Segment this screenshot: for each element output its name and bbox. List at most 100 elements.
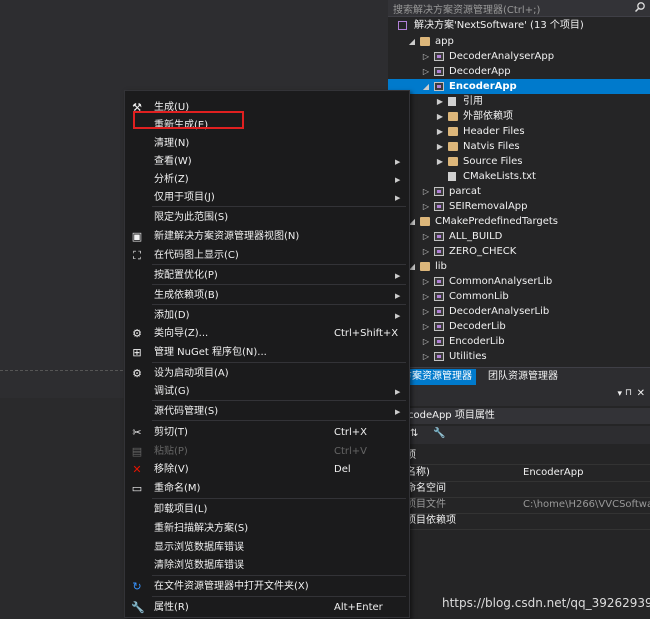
submenu-arrow-icon: ▶ <box>395 292 401 300</box>
menu-item[interactable]: 分析(Z) ▶ <box>125 171 409 189</box>
tree-item[interactable]: ▶ Header Files <box>388 124 650 139</box>
tree-item[interactable]: ◢ app <box>388 34 650 49</box>
expand-arrow-icon[interactable]: ▶ <box>436 94 444 109</box>
menu-item[interactable]: 添加(D) ▶ <box>125 307 409 325</box>
tree-item[interactable]: ◢ lib <box>388 259 650 274</box>
menu-item[interactable]: 清除浏览数据库错误 <box>125 557 409 575</box>
expand-arrow-icon[interactable]: ▷ <box>422 289 430 304</box>
menu-separator <box>152 304 406 305</box>
menu-item[interactable]: 限定为此范围(S) <box>125 209 409 227</box>
tree-item[interactable]: ▷ ALL_BUILD <box>388 229 650 244</box>
menu-item[interactable]: ▣ 新建解决方案资源管理器视图(N) <box>125 228 409 246</box>
tree-item[interactable]: ▷ DecoderApp <box>388 64 650 79</box>
expand-arrow-icon[interactable]: ▷ <box>422 304 430 319</box>
tree-item[interactable]: ▷ SEIRemovalApp <box>388 199 650 214</box>
expand-arrow-icon[interactable]: ▶ <box>436 124 444 139</box>
property-pages-icon[interactable]: 🔧 <box>433 428 445 439</box>
tree-item-label: DecoderAnalyserLib <box>449 306 550 317</box>
expand-arrow-icon[interactable]: ▷ <box>422 349 430 364</box>
menu-item[interactable]: 源代码管理(S) ▶ <box>125 403 409 421</box>
tree-item[interactable]: ▶ Natvis Files <box>388 139 650 154</box>
expand-arrow-icon[interactable]: ▷ <box>422 274 430 289</box>
properties-panel: ▾ ⊓ ✕ codeApp 项目属性 ⇅ 🔧 项 名称) EncoderApp 命… <box>388 386 650 619</box>
expand-arrow-icon[interactable]: ▷ <box>422 229 430 244</box>
tree-item[interactable]: ▷ ZERO_CHECK <box>388 244 650 259</box>
tree-item[interactable]: ▶ 外部依赖项 <box>388 109 650 124</box>
expand-arrow-icon[interactable]: ▶ <box>436 154 444 169</box>
menu-item-label: 限定为此范围(S) <box>154 212 229 223</box>
expand-arrow-icon[interactable]: ◢ <box>408 34 416 49</box>
expand-arrow-icon[interactable]: ◢ <box>422 79 430 94</box>
menu-item[interactable]: ↻ 在文件资源管理器中打开文件夹(X) <box>125 578 409 596</box>
menu-item[interactable]: 卸载项目(L) <box>125 501 409 519</box>
tree-item[interactable]: ▶ Source Files <box>388 154 650 169</box>
properties-title: codeApp 项目属性 <box>388 408 650 424</box>
tree-item[interactable]: CMakeLists.txt <box>388 169 650 184</box>
rename-icon: ▭ <box>131 482 143 495</box>
solution-search-box[interactable]: 搜索解决方案资源管理器(Ctrl+;) <box>388 0 650 17</box>
menu-item-shortcut: Del <box>334 464 351 475</box>
menu-item[interactable]: 仅用于项目(J) ▶ <box>125 189 409 207</box>
menu-item[interactable]: 清理(N) <box>125 135 409 153</box>
menu-item-label: 源代码管理(S) <box>154 406 219 417</box>
remove-icon: ✕ <box>132 463 142 476</box>
menu-item[interactable]: 🔧 属性(R) Alt+Enter <box>125 599 409 617</box>
menu-item[interactable]: ⚙ 设为启动项目(A) <box>125 365 409 383</box>
menu-item[interactable]: ▤ 粘贴(P) Ctrl+V <box>125 443 409 461</box>
tree-item-label: EncoderLib <box>449 336 505 347</box>
property-row[interactable]: 名称) EncoderApp <box>388 465 650 482</box>
menu-item-label: 在文件资源管理器中打开文件夹(X) <box>154 581 309 592</box>
expand-arrow-icon[interactable]: ▷ <box>422 49 430 64</box>
property-row[interactable]: 命名空间 <box>388 481 650 498</box>
pin-icon[interactable]: ⊓ <box>625 388 632 398</box>
expand-arrow-icon[interactable]: ▷ <box>422 244 430 259</box>
sort-icon[interactable]: ⇅ <box>410 428 418 439</box>
menu-item[interactable]: 调试(G) ▶ <box>125 383 409 401</box>
menu-item[interactable]: ⚙ 类向导(Z)... Ctrl+Shift+X <box>125 325 409 343</box>
tree-item-label: CMakePredefinedTargets <box>435 216 559 227</box>
menu-item[interactable]: 重新扫描解决方案(S) <box>125 520 409 538</box>
menu-item[interactable]: 生成依赖项(B) ▶ <box>125 287 409 305</box>
expand-arrow-icon[interactable]: ▷ <box>422 319 430 334</box>
expand-arrow-icon[interactable]: ▷ <box>422 334 430 349</box>
search-icon[interactable] <box>634 1 646 13</box>
tree-item[interactable]: ▷ DecoderAnalyserLib <box>388 304 650 319</box>
expand-arrow-icon[interactable]: ▷ <box>422 64 430 79</box>
tree-item[interactable]: ▷ DecoderAnalyserApp <box>388 49 650 64</box>
close-icon[interactable]: ✕ <box>637 388 645 399</box>
tree-item[interactable]: ▶ 引用 <box>388 94 650 109</box>
tree-item[interactable]: ◢ EncoderApp <box>388 79 650 94</box>
menu-item[interactable]: 按配置优化(P) ▶ <box>125 267 409 285</box>
tree-item-label: 引用 <box>463 96 483 107</box>
menu-separator <box>152 498 406 499</box>
tree-item[interactable]: ◢ CMakePredefinedTargets <box>388 214 650 229</box>
expand-arrow-icon[interactable] <box>436 169 444 184</box>
solution-node[interactable]: 解决方案'NextSoftware' (13 个项目) <box>388 18 650 33</box>
tree-item[interactable]: ▷ Utilities <box>388 349 650 364</box>
tree-item[interactable]: ▷ CommonAnalyserLib <box>388 274 650 289</box>
expand-arrow-icon[interactable]: ▶ <box>436 109 444 124</box>
menu-item[interactable]: 显示浏览数据库错误 <box>125 539 409 557</box>
tab-team-explorer[interactable]: 团队资源管理器 <box>484 369 562 385</box>
expand-arrow-icon[interactable]: ▷ <box>422 184 430 199</box>
project-icon <box>434 337 444 346</box>
tree-item[interactable]: ▷ parcat <box>388 184 650 199</box>
expand-arrow-icon[interactable]: ▷ <box>422 199 430 214</box>
menu-item[interactable]: ✂ 剪切(T) Ctrl+X <box>125 424 409 442</box>
menu-item[interactable]: ⛶ 在代码图上显示(C) <box>125 247 409 265</box>
menu-item[interactable]: ▭ 重命名(M) <box>125 480 409 498</box>
tree-item-label: lib <box>435 261 447 272</box>
menu-item[interactable]: 查看(W) ▶ <box>125 153 409 171</box>
menu-item[interactable]: ✕ 移除(V) Del <box>125 461 409 479</box>
tree-item-label: CommonAnalyserLib <box>449 276 553 287</box>
property-row[interactable]: 项目依赖项 <box>388 513 650 530</box>
tree-item[interactable]: ▷ CommonLib <box>388 289 650 304</box>
tree-item[interactable]: ▷ DecoderLib <box>388 319 650 334</box>
menu-item-shortcut: Ctrl+V <box>334 446 368 457</box>
tree-item[interactable]: ▷ EncoderLib <box>388 334 650 349</box>
menu-item[interactable]: ⊞ 管理 NuGet 程序包(N)... <box>125 344 409 362</box>
expand-arrow-icon[interactable]: ▶ <box>436 139 444 154</box>
menu-item-label: 管理 NuGet 程序包(N)... <box>154 347 267 358</box>
dropdown-icon[interactable]: ▾ <box>617 389 622 399</box>
property-row[interactable]: 项目文件 C:\home\H266\VVCSoftwar <box>388 497 650 514</box>
